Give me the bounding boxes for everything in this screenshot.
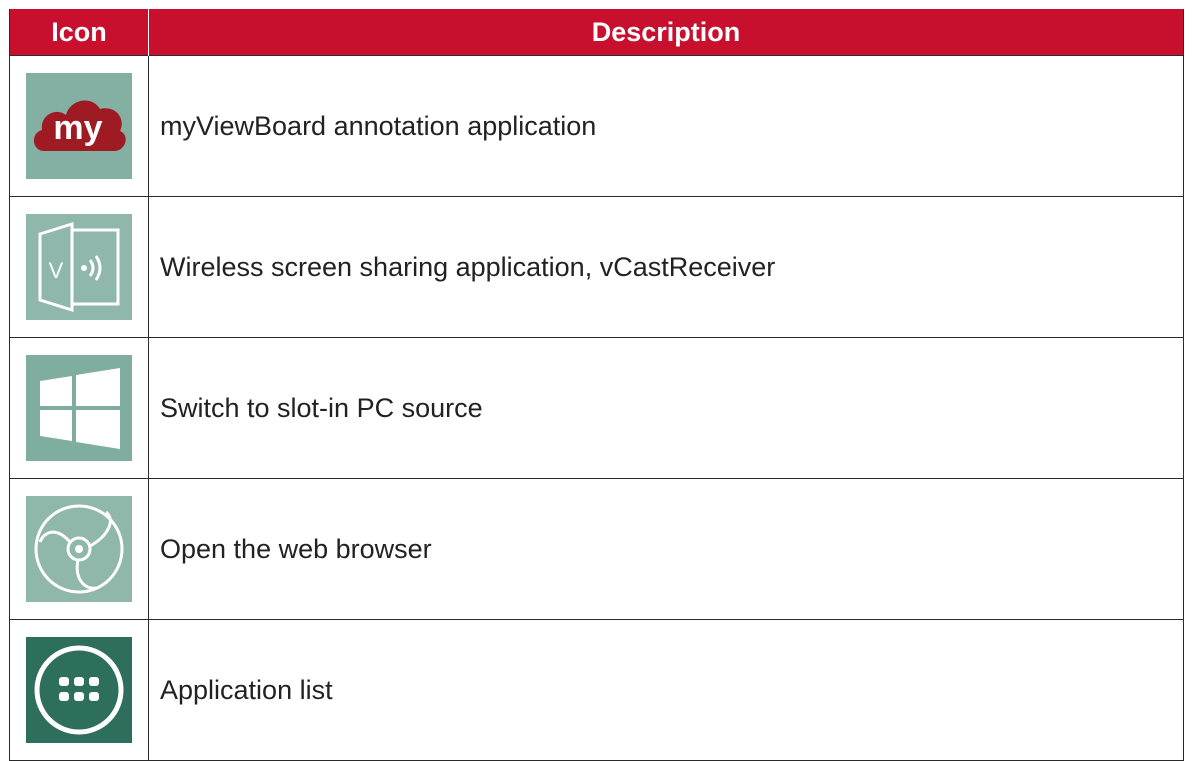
- table-row: Switch to slot-in PC source: [9, 337, 1184, 479]
- vcast-receiver-icon: V: [26, 214, 132, 320]
- icon-description-table: Icon Description my myViewBoard annotati…: [9, 9, 1184, 761]
- icon-cell: V: [9, 196, 149, 338]
- svg-text:V: V: [49, 258, 64, 283]
- web-browser-icon: [26, 496, 132, 602]
- app-grid-icon: [26, 637, 132, 743]
- icon-cell: my: [9, 55, 149, 197]
- description-cell: Switch to slot-in PC source: [148, 337, 1184, 479]
- myviewboard-icon: my: [26, 73, 132, 179]
- description-cell: Application list: [148, 619, 1184, 761]
- description-column-header: Description: [148, 9, 1184, 56]
- page: { "table": { "headers": { "icon": "Icon"…: [0, 0, 1192, 761]
- icon-cell: [9, 337, 149, 479]
- description-cell: Open the web browser: [148, 478, 1184, 620]
- table-row: Application list: [9, 619, 1184, 761]
- table-row: Open the web browser: [9, 478, 1184, 620]
- description-cell: myViewBoard annotation application: [148, 55, 1184, 197]
- description-cell: Wireless screen sharing application, vCa…: [148, 196, 1184, 338]
- icon-cell: [9, 619, 149, 761]
- svg-text:my: my: [53, 109, 102, 147]
- table-header-row: Icon Description: [9, 9, 1184, 56]
- table-row: V Wireless screen sharing application, v…: [9, 196, 1184, 338]
- icon-cell: [9, 478, 149, 620]
- windows-logo-icon: [26, 355, 132, 461]
- table-row: my myViewBoard annotation application: [9, 55, 1184, 197]
- icon-column-header: Icon: [9, 9, 149, 56]
